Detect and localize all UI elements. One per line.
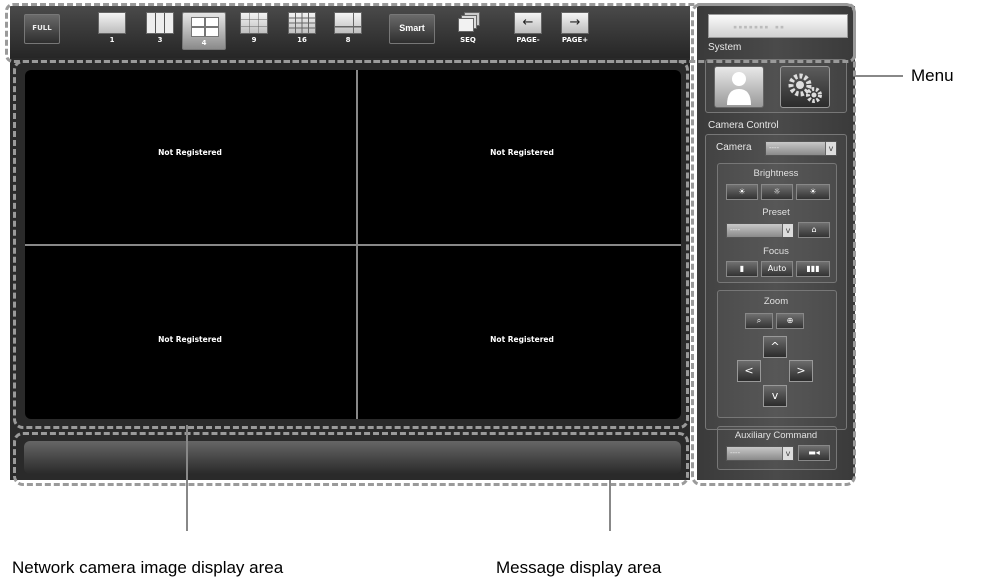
layout-1-icon (98, 12, 126, 34)
pan-right-button[interactable]: > (789, 360, 813, 382)
focus-auto-button[interactable]: Auto (761, 261, 793, 277)
layout-16-button[interactable]: 16 (280, 10, 324, 44)
system-section-label: System (708, 42, 742, 53)
page-minus-label: PAGE- (516, 36, 540, 44)
auxiliary-send-button[interactable]: ▬◂ (798, 445, 830, 461)
sun-small-icon: ☀ (738, 187, 746, 196)
pan-down-button[interactable]: v (763, 385, 787, 407)
camera-cell-3[interactable]: Not Registered (25, 335, 355, 344)
message-area-callout-line (609, 480, 611, 531)
layout-8-button[interactable]: 8 (326, 10, 370, 44)
layout-9-icon (240, 12, 268, 34)
camera-cell-2[interactable]: Not Registered (357, 148, 681, 157)
layout-8-label: 8 (345, 36, 351, 44)
camera-select[interactable]: ---- v (765, 141, 837, 156)
full-screen-button[interactable]: FULL (24, 14, 60, 44)
camera-grid: Not Registered Not Registered Not Regist… (25, 70, 681, 419)
smart-layout-button[interactable]: Smart (389, 14, 435, 44)
brightness-reset-button[interactable]: ☼ (761, 184, 793, 200)
layout-3-label: 3 (157, 36, 163, 44)
brightness-up-button[interactable]: ☀ (796, 184, 830, 200)
layout-4-label: 4 (201, 39, 207, 47)
zoom-out-icon: ⌕ (756, 316, 762, 325)
chevron-down-icon: v (782, 224, 793, 237)
arrow-right-icon: → (561, 12, 589, 34)
camera-label: Camera (716, 142, 752, 153)
auxiliary-command-label: Auxiliary Command (734, 430, 818, 441)
chevron-down-icon: v (782, 447, 793, 460)
page-plus-button[interactable]: → PAGE+ (553, 10, 597, 44)
layout-1-button[interactable]: 1 (90, 10, 134, 44)
gears-icon (788, 73, 822, 103)
smart-label: Smart (399, 23, 425, 33)
layout-16-icon (288, 12, 316, 34)
message-display-bar (24, 441, 681, 474)
aux-select-value: ---- (730, 449, 741, 457)
message-area-annotation: Message display area (496, 558, 662, 577)
focus-far-button[interactable]: ▮▮▮ (796, 261, 830, 277)
grid-divider-horizontal (25, 244, 681, 246)
settings-button[interactable] (780, 66, 830, 108)
layout-9-label: 9 (251, 36, 257, 44)
auxiliary-command-select[interactable]: ---- v (726, 446, 794, 461)
zoom-in-button[interactable]: ⊕ (776, 313, 804, 329)
layout-1-label: 1 (109, 36, 115, 44)
layout-8-icon (334, 12, 362, 34)
camera-select-value: ---- (769, 144, 780, 152)
layout-4-button[interactable]: 4 (182, 12, 226, 50)
menu-callout-line (855, 75, 903, 77)
send-command-icon: ▬◂ (808, 448, 820, 457)
focus-auto-label: Auto (767, 264, 787, 273)
sequence-button[interactable]: SEQ (446, 10, 490, 44)
pan-up-button[interactable]: ^ (763, 336, 787, 358)
user-button[interactable] (714, 66, 764, 108)
brightness-down-button[interactable]: ☀ (726, 184, 758, 200)
chevron-down-icon: v (825, 142, 836, 155)
focus-label: Focus (763, 246, 789, 257)
zoom-label: Zoom (763, 296, 789, 307)
zoom-out-button[interactable]: ⌕ (745, 313, 773, 329)
camera-cell-1[interactable]: Not Registered (25, 148, 355, 157)
zoom-in-icon: ⊕ (786, 316, 794, 325)
focus-near-button[interactable]: ▮ (726, 261, 758, 277)
preset-select-value: ---- (730, 226, 741, 234)
sun-large-icon: ☀ (809, 187, 817, 196)
mountain-icon: ▮▮▮ (806, 264, 820, 273)
layout-3-icon (146, 12, 174, 34)
camera-cell-4[interactable]: Not Registered (357, 335, 681, 344)
camera-area-callout-line (186, 425, 188, 531)
full-label: FULL (32, 24, 52, 32)
flower-icon: ▮ (739, 264, 745, 273)
layout-4-icon (191, 17, 219, 37)
brightness-label: Brightness (753, 168, 799, 179)
title-plate: ▪▪▪▪▪▪▪ ▪▪ (708, 14, 848, 38)
layout-9-button[interactable]: 9 (232, 10, 276, 44)
preset-home-button[interactable]: ⌂ (798, 222, 830, 238)
seq-label: SEQ (460, 36, 476, 44)
home-icon: ⌂ (811, 225, 817, 234)
title-plate-text: ▪▪▪▪▪▪▪ ▪▪ (733, 23, 786, 31)
pan-left-button[interactable]: < (737, 360, 761, 382)
menu-annotation: Menu (911, 66, 954, 85)
camera-control-label: Camera Control (708, 120, 779, 131)
preset-select[interactable]: ---- v (726, 223, 794, 238)
sequence-icon (458, 12, 480, 32)
layout-16-label: 16 (297, 36, 307, 44)
camera-area-annotation: Network camera image display area (12, 558, 284, 577)
layout-3-button[interactable]: 3 (138, 10, 182, 44)
user-icon (727, 72, 751, 105)
preset-label: Preset (762, 207, 790, 218)
arrow-left-icon: ← (514, 12, 542, 34)
page-plus-label: PAGE+ (561, 36, 589, 44)
sun-outline-icon: ☼ (773, 187, 781, 196)
page-minus-button[interactable]: ← PAGE- (506, 10, 550, 44)
